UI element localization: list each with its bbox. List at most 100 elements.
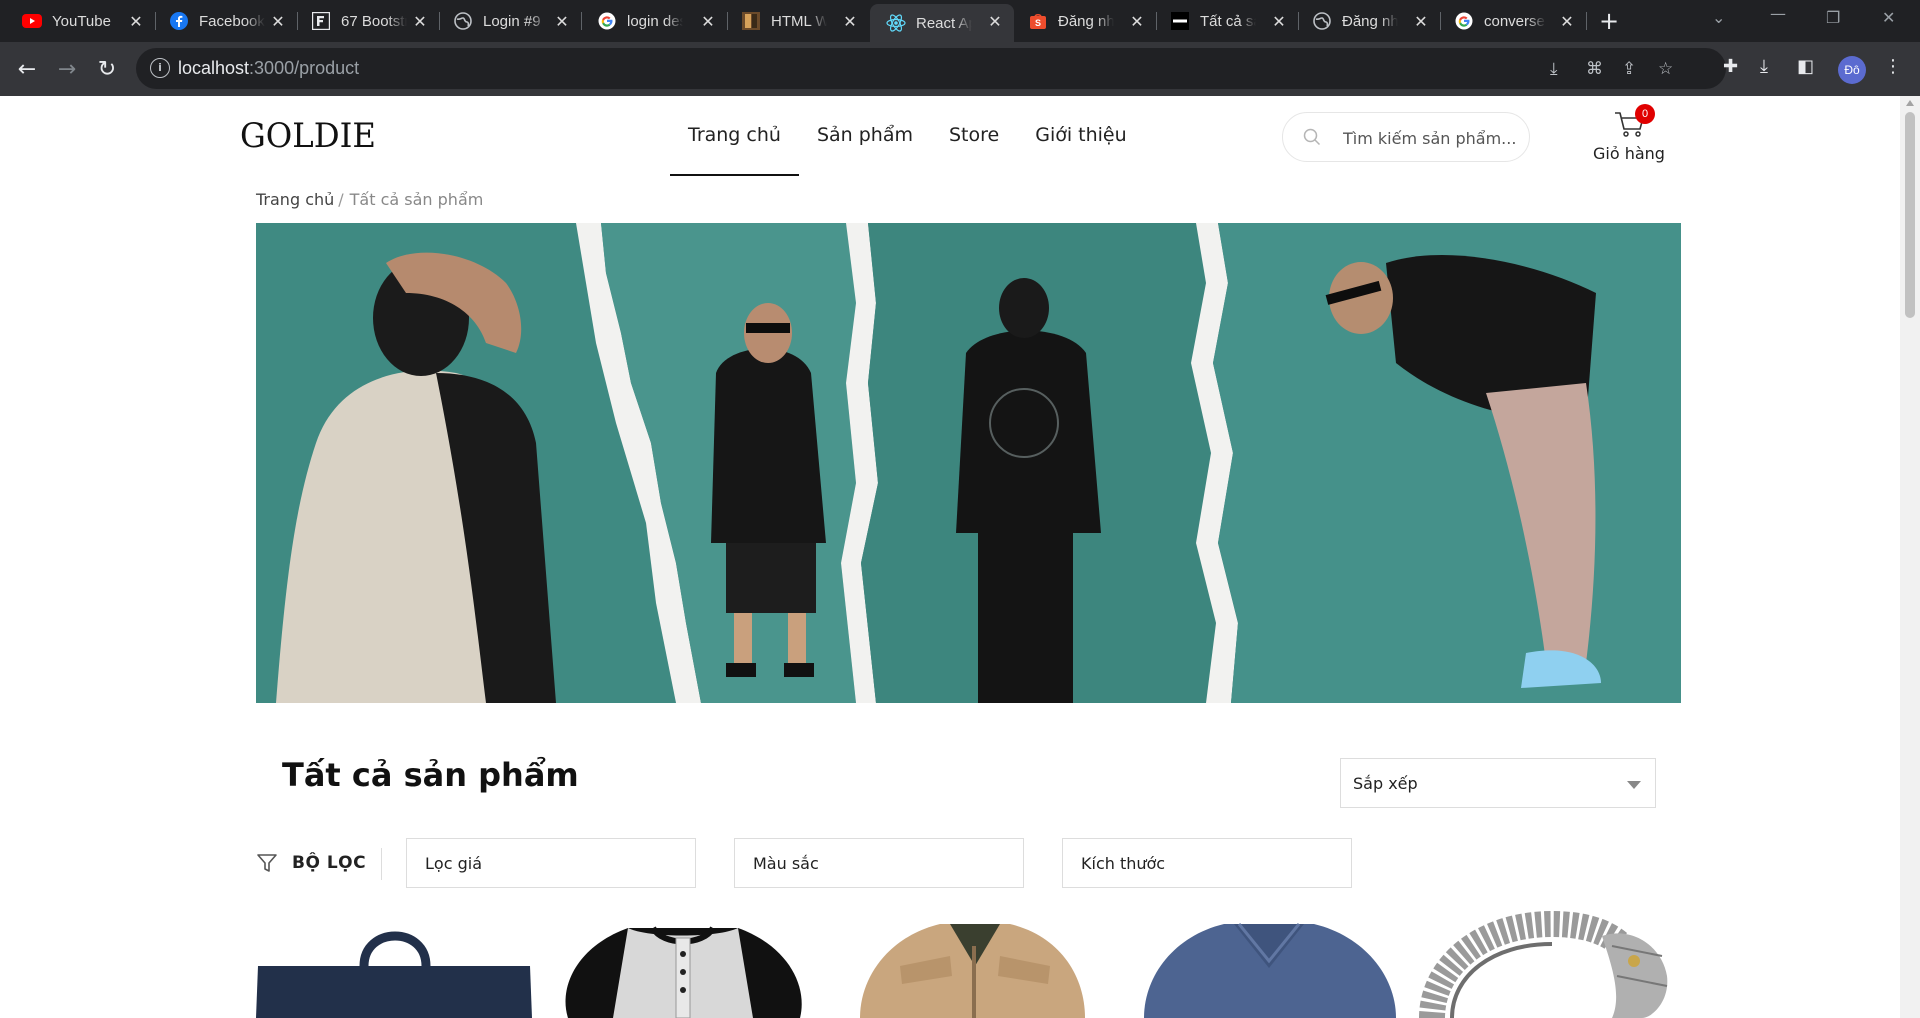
- tab-title: Login #9: [483, 12, 541, 30]
- product-card-raglan-henley[interactable]: [548, 906, 818, 1018]
- web-page: GOLDIE Trang chủ Sản phẩm Store Giới thi…: [0, 96, 1900, 1018]
- tab-search-chevron-icon[interactable]: ⌄: [1712, 8, 1725, 27]
- youtube-icon: [22, 11, 42, 31]
- browser-tab-dang-nhap[interactable]: Đăng nhập ✕: [1298, 4, 1441, 38]
- cart-button[interactable]: 0 Giỏ hàng: [1585, 104, 1675, 168]
- browser-tab-facebook[interactable]: Facebook ✕: [155, 4, 298, 38]
- forward-arrow-icon[interactable]: →: [54, 56, 80, 82]
- tab-close-icon[interactable]: ✕: [1270, 12, 1288, 32]
- product-image: [860, 924, 1085, 1018]
- cart-count-badge: 0: [1635, 104, 1655, 124]
- install-app-icon[interactable]: ⤓: [1550, 59, 1558, 79]
- browser-tab-bar: YouTube ✕ Facebook ✕ 67 Bootstrap ✕ Logi…: [0, 0, 1920, 42]
- sort-label: Sắp xếp: [1353, 774, 1418, 793]
- goldie-icon: [1170, 11, 1190, 31]
- nav-home[interactable]: Trang chủ: [670, 96, 799, 176]
- tab-close-icon[interactable]: ✕: [986, 12, 1004, 32]
- tab-title: Tất cả sản phẩm: [1200, 12, 1256, 30]
- filter-color-label: Màu sắc: [753, 854, 819, 873]
- google-icon: [597, 11, 617, 31]
- google-icon: [1454, 11, 1474, 31]
- browser-tab-login-design[interactable]: login design ✕: [581, 4, 728, 38]
- filter-size-label: Kích thước: [1081, 854, 1166, 873]
- tab-title: 67 Bootstrap: [341, 12, 407, 30]
- breadcrumb-separator: /: [338, 190, 344, 209]
- breadcrumb-home-link[interactable]: Trang chủ: [256, 190, 334, 209]
- tab-close-icon[interactable]: ✕: [411, 12, 429, 32]
- tab-title: HTML Website: [771, 12, 827, 30]
- filter-price[interactable]: Lọc giá: [406, 838, 696, 888]
- side-panel-icon[interactable]: ◧: [1797, 56, 1814, 77]
- browser-menu-kebab-icon[interactable]: ⋮: [1884, 56, 1902, 77]
- tab-close-icon[interactable]: ✕: [269, 12, 287, 32]
- page-scrollbar[interactable]: [1900, 96, 1920, 1018]
- translate-icon[interactable]: ⌘: [1586, 59, 1603, 79]
- extensions-puzzle-icon[interactable]: ✚: [1723, 56, 1738, 77]
- filter-size[interactable]: Kích thước: [1062, 838, 1352, 888]
- tab-title: Đăng nhập: [1342, 12, 1398, 30]
- close-window-icon[interactable]: ✕: [1882, 8, 1895, 27]
- tab-close-icon[interactable]: ✕: [699, 12, 717, 32]
- tab-close-icon[interactable]: ✕: [1558, 12, 1576, 32]
- globe-icon: [453, 11, 473, 31]
- url-text[interactable]: localhost:3000/product: [178, 58, 359, 79]
- site-logo[interactable]: GOLDIE: [240, 116, 376, 156]
- scrollbar-thumb[interactable]: [1905, 112, 1915, 318]
- browser-tab-login[interactable]: Login #9 ✕: [439, 4, 582, 38]
- bootstrap-icon: [311, 11, 331, 31]
- search-input[interactable]: [1343, 125, 1523, 151]
- product-card-khaki-jacket[interactable]: [840, 906, 1110, 1018]
- minimize-icon[interactable]: —: [1770, 4, 1786, 23]
- shopee-icon: S: [1028, 11, 1048, 31]
- profile-avatar[interactable]: Đô: [1838, 56, 1866, 84]
- browser-tab-react-app[interactable]: React App ✕: [870, 4, 1014, 42]
- site-info-icon[interactable]: i: [150, 58, 170, 78]
- tab-close-icon[interactable]: ✕: [1412, 12, 1430, 32]
- reload-icon[interactable]: ↻: [94, 56, 120, 82]
- browser-tab-dang-nhap-shopee[interactable]: S Đăng nhập ✕: [1014, 4, 1157, 38]
- browser-tab-youtube[interactable]: YouTube ✕: [0, 4, 156, 38]
- downloads-icon[interactable]: ⤓: [1760, 56, 1768, 77]
- nav-about[interactable]: Giới thiệu: [1017, 96, 1144, 176]
- browser-tab-bootstrap[interactable]: 67 Bootstrap ✕: [297, 4, 440, 38]
- breadcrumb-current: Tất cả sản phẩm: [349, 190, 484, 209]
- product-card-vneck-tee[interactable]: [1134, 906, 1404, 1018]
- browser-toolbar: ← → ↻ i localhost:3000/product ⤓ ⌘ ⇪ ☆: [0, 42, 1920, 96]
- bookmark-star-icon[interactable]: ☆: [1658, 59, 1673, 79]
- browser-tab-converse[interactable]: converse ✕: [1440, 4, 1587, 38]
- back-arrow-icon[interactable]: ←: [14, 56, 40, 82]
- sort-select[interactable]: Sắp xếp: [1340, 758, 1656, 808]
- globe-icon: [1312, 11, 1332, 31]
- tab-close-icon[interactable]: ✕: [1128, 12, 1146, 32]
- browser-tab-tat-ca-san-pham[interactable]: Tất cả sản phẩm ✕: [1156, 4, 1299, 38]
- filter-header: BỘ LỌC: [256, 848, 366, 878]
- filter-color[interactable]: Màu sắc: [734, 838, 1024, 888]
- banner-collage-image: [256, 223, 1681, 703]
- product-image: [1419, 910, 1668, 1018]
- listing-title: Tất cả sản phẩm: [282, 756, 579, 794]
- react-icon: [886, 13, 906, 33]
- product-card-tote-bag[interactable]: [256, 906, 532, 1018]
- address-bar[interactable]: i localhost:3000/product ⤓ ⌘ ⇪ ☆: [136, 48, 1726, 89]
- new-tab-plus-icon[interactable]: +: [1599, 8, 1619, 34]
- tab-title: Đăng nhập: [1058, 12, 1114, 30]
- cart-label: Giỏ hàng: [1593, 144, 1665, 163]
- nav-store[interactable]: Store: [931, 96, 1017, 176]
- tab-close-icon[interactable]: ✕: [553, 12, 571, 32]
- breadcrumb: Trang chủ / Tất cả sản phẩm: [256, 190, 483, 209]
- restore-window-icon[interactable]: ❐: [1826, 8, 1840, 27]
- caret-down-icon: [1627, 781, 1641, 789]
- promo-banner[interactable]: [256, 223, 1681, 703]
- facebook-icon: [169, 11, 189, 31]
- tab-title: YouTube: [52, 12, 111, 30]
- filter-label: BỘ LỌC: [292, 853, 367, 873]
- search-icon[interactable]: [1303, 128, 1321, 146]
- product-card-dragon-bracelet[interactable]: [1412, 906, 1682, 1018]
- tab-close-icon[interactable]: ✕: [127, 12, 145, 32]
- share-icon[interactable]: ⇪: [1622, 59, 1636, 79]
- scroll-up-arrow-icon[interactable]: [1906, 100, 1914, 106]
- product-image: [256, 931, 532, 1018]
- tab-close-icon[interactable]: ✕: [841, 12, 859, 32]
- nav-products[interactable]: Sản phẩm: [799, 96, 931, 176]
- browser-tab-html-website[interactable]: HTML Website ✕: [727, 4, 869, 38]
